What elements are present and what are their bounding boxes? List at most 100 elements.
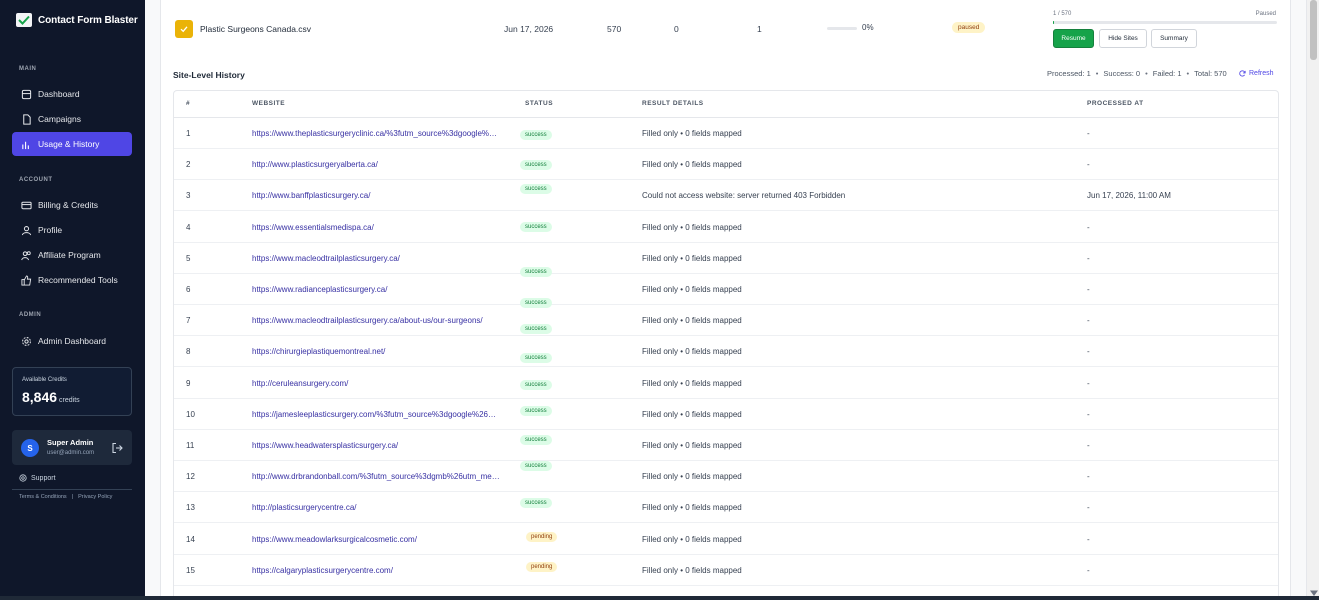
- row-processed-at: -: [1087, 503, 1090, 513]
- row-status-badge: success: [520, 498, 552, 509]
- row-result: Filled only • 0 fields mapped: [642, 378, 742, 388]
- row-result: Filled only • 0 fields mapped: [642, 129, 742, 138]
- support-label: Support: [31, 474, 56, 482]
- row-website-link[interactable]: https://chirurgieplastiquemontreal.net/: [252, 347, 500, 356]
- refresh-icon: [1239, 70, 1246, 77]
- summary-button[interactable]: Summary: [1151, 29, 1197, 48]
- row-website-link[interactable]: http://www.plasticsurgeryalberta.ca/: [252, 160, 500, 169]
- row-result: Filled only • 0 fields mapped: [642, 503, 742, 513]
- footer-separator: |: [71, 494, 74, 500]
- row-result: Filled only • 0 fields mapped: [642, 253, 742, 263]
- campaign-percent: 0%: [862, 23, 874, 32]
- row-processed-at: -: [1087, 347, 1090, 357]
- row-processed-at: -: [1087, 253, 1090, 263]
- row-result: Filled only • 0 fields mapped: [642, 160, 742, 170]
- row-website-link[interactable]: https://www.radianceplasticsurgery.ca/: [252, 285, 500, 294]
- row-result: Filled only • 0 fields mapped: [642, 285, 742, 294]
- row-website-link[interactable]: https://jamesleeplasticsurgery.com/%3fut…: [252, 410, 500, 419]
- terms-link[interactable]: Terms & Conditions: [19, 494, 67, 500]
- table-row: 8 https://chirurgieplastiquemontreal.net/…: [174, 336, 1278, 368]
- sidebar-item-dashboard[interactable]: Dashboard: [12, 82, 132, 106]
- sidebar-divider: [12, 489, 132, 490]
- header-status: STATUS: [525, 100, 554, 107]
- row-website-link[interactable]: https://www.macleodtrailplasticsurgery.c…: [252, 254, 500, 263]
- scroll-down-icon[interactable]: [1309, 585, 1319, 596]
- table-row: 7 https://www.macleodtrailplasticsurgery.…: [174, 305, 1278, 337]
- page-scrollbar[interactable]: [1306, 0, 1319, 600]
- sidebar-item-admin-dashboard[interactable]: Admin Dashboard: [12, 329, 132, 353]
- privacy-link[interactable]: Privacy Policy: [78, 494, 112, 500]
- row-website-link[interactable]: http://plasticsurgerycentre.ca/: [252, 503, 500, 512]
- stat-failed: Failed: 1: [1152, 69, 1182, 78]
- check-icon: [175, 20, 193, 38]
- row-status-badge: success: [520, 379, 552, 390]
- sidebar-item-campaigns[interactable]: Campaigns: [12, 107, 132, 131]
- row-result: Could not access website: server returne…: [642, 191, 846, 201]
- scroll-thumb[interactable]: [1310, 0, 1317, 60]
- row-website-link[interactable]: http://www.banffplasticsurgery.ca/: [252, 191, 500, 200]
- header-result: RESULT DETAILS: [642, 100, 704, 107]
- row-website-link[interactable]: http://www.drbrandonball.com/%3futm_sour…: [252, 472, 500, 481]
- stat-dot: •: [1095, 69, 1099, 78]
- stat-dot: •: [1145, 69, 1148, 78]
- credit-card-icon: [21, 200, 32, 211]
- row-processed-at: -: [1087, 129, 1090, 138]
- credits-label: Available Credits: [22, 377, 67, 383]
- row-result: Filled only • 0 fields mapped: [642, 534, 742, 544]
- sidebar-item-profile[interactable]: Profile: [12, 218, 132, 242]
- bar-chart-icon: [21, 139, 32, 150]
- row-processed-at: -: [1087, 160, 1090, 170]
- refresh-button[interactable]: Refresh: [1239, 70, 1274, 77]
- user-card[interactable]: S Super Admin user@admin.com: [12, 430, 132, 465]
- resume-button[interactable]: Resume: [1053, 29, 1094, 48]
- campaign-count-a: 0: [674, 24, 679, 34]
- users-icon: [21, 250, 32, 261]
- campaign-date: Jun 17, 2026: [504, 24, 554, 34]
- history-stats: Processed: 1 • Success: 0 • Failed: 1 • …: [1047, 69, 1227, 78]
- row-website-link[interactable]: http://ceruleansurgery.com/: [252, 379, 500, 388]
- progress-bar: [1053, 21, 1277, 24]
- row-processed-at: -: [1087, 285, 1090, 294]
- row-website-link[interactable]: https://calgaryplasticsurgerycentre.com/: [252, 566, 500, 575]
- row-result: Filled only • 0 fields mapped: [642, 347, 742, 357]
- row-number: 15: [186, 565, 195, 575]
- row-processed-at: -: [1087, 534, 1090, 544]
- section-label-admin: ADMIN: [19, 312, 42, 318]
- sidebar-item-billing[interactable]: Billing & Credits: [12, 193, 132, 217]
- sidebar-item-affiliate[interactable]: Affiliate Program: [12, 243, 132, 267]
- row-status-badge: success: [520, 160, 552, 171]
- progress-count: 1 / 570: [1053, 11, 1072, 17]
- row-website-link[interactable]: https://www.headwatersplasticsurgery.ca/: [252, 441, 500, 450]
- table-row: 9 http://ceruleansurgery.com/success Fille…: [174, 368, 1278, 399]
- credits-value: 8,846 credits: [22, 389, 80, 405]
- stat-success: Success: 0: [1103, 69, 1141, 78]
- row-website-link[interactable]: https://www.macleodtrailplasticsurgery.c…: [252, 316, 500, 325]
- avatar: S: [21, 439, 39, 457]
- sidebar-item-label: Usage & History: [38, 139, 100, 149]
- status-badge: paused: [952, 22, 986, 33]
- sidebar-item-label: Recommended Tools: [38, 275, 118, 285]
- campaign-file-name: Plastic Surgeons Canada.csv: [200, 24, 312, 34]
- row-status-badge: success: [520, 221, 552, 232]
- credits-unit: credits: [59, 397, 80, 404]
- row-number: 9: [186, 378, 191, 388]
- sidebar-item-label: Campaigns: [38, 114, 81, 124]
- gear-icon: [21, 336, 32, 347]
- section-label-main: MAIN: [19, 66, 37, 72]
- row-website-link[interactable]: https://www.essentialsmedispa.ca/: [252, 223, 500, 232]
- table-header: # WEBSITE STATUS RESULT DETAILS PROCESSE…: [174, 91, 1278, 118]
- row-website-link[interactable]: https://www.theplasticsurgeryclinic.ca/%…: [252, 129, 500, 138]
- sidebar-item-tools[interactable]: Recommended Tools: [12, 268, 132, 292]
- logout-icon[interactable]: [111, 441, 123, 454]
- table-row: 6 https://www.radianceplasticsurgery.ca/s…: [174, 274, 1278, 308]
- brand[interactable]: Contact Form Blaster: [16, 13, 138, 27]
- hide-sites-button[interactable]: Hide Sites: [1099, 29, 1147, 48]
- row-website-link[interactable]: https://www.meadowlarksurgicalcosmetic.c…: [252, 535, 500, 544]
- brand-name: Contact Form Blaster: [38, 14, 138, 26]
- table-row: 14 https://www.meadowlarksurgicalcosmetic…: [174, 524, 1278, 555]
- support-link[interactable]: Support: [19, 474, 56, 482]
- row-status-badge: success: [520, 184, 552, 195]
- row-status-badge: pending: [526, 561, 558, 572]
- sidebar-item-usage-history[interactable]: Usage & History: [12, 132, 132, 156]
- help-icon: [19, 474, 27, 482]
